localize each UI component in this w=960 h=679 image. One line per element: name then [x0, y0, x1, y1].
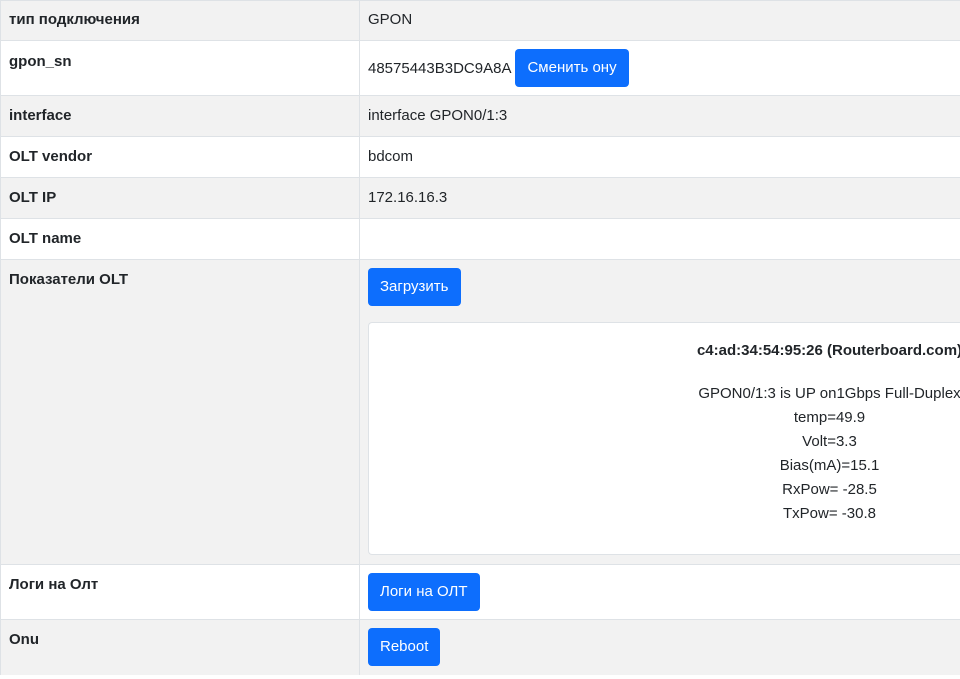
row-gpon-sn: gpon_sn 48575443B3DC9A8A Сменить ону	[0, 40, 960, 96]
metric-line-rxpow: RxPow= -28.5	[782, 481, 877, 498]
key-cell: OLT vendor	[0, 136, 360, 178]
key-cell: OLT name	[0, 218, 360, 260]
reboot-button[interactable]: Reboot	[368, 628, 441, 666]
olt-metrics-panel: c4:ad:34:54:95:26 (Routerboard.com) GPON…	[368, 322, 960, 555]
value-cell: 48575443B3DC9A8A Сменить ону	[359, 40, 960, 96]
value-cell: Reboot	[359, 619, 960, 675]
metric-line-temp: temp=49.9	[793, 409, 866, 426]
load-metrics-button[interactable]: Загрузить	[368, 268, 461, 306]
label-olt-logs: Логи на Олт	[9, 576, 99, 593]
metric-line-volt: Volt=3.3	[802, 433, 857, 450]
key-cell: Показатели OLT	[0, 259, 360, 565]
value-cell: Загрузить c4:ad:34:54:95:26 (Routerboard…	[359, 259, 960, 565]
key-cell: interface	[0, 95, 360, 137]
label-olt-ip: OLT IP	[9, 189, 57, 206]
label-interface: interface	[9, 107, 72, 124]
label-olt-vendor: OLT vendor	[9, 148, 93, 165]
row-olt-logs: Логи на Олт Логи на ОЛТ	[0, 564, 960, 620]
value-cell: 172.16.16.3	[359, 177, 960, 219]
value-cell: Логи на ОЛТ	[359, 564, 960, 620]
row-olt-ip: OLT IP 172.16.16.3	[0, 177, 960, 219]
value-olt-ip: 172.16.16.3	[368, 189, 448, 206]
key-cell: тип подключения	[0, 0, 360, 41]
value-olt-name	[368, 220, 960, 231]
value-olt-vendor: bdcom	[368, 148, 414, 165]
row-interface: interface interface GPON0/1:3	[0, 95, 960, 137]
metric-line-status: GPON0/1:3 is UP on1Gbps Full-Duplex	[698, 385, 960, 402]
panel-metrics-lines: GPON0/1:3 is UP on1Gbps Full-Duplex temp…	[369, 382, 960, 526]
row-olt-vendor: OLT vendor bdcom	[0, 136, 960, 178]
label-olt-name: OLT name	[9, 230, 82, 247]
value-cell: GPON	[359, 0, 960, 41]
row-connection-type: тип подключения GPON	[0, 0, 960, 41]
label-connection-type: тип подключения	[9, 11, 140, 28]
metric-line-bias: Bias(mA)=15.1	[779, 457, 880, 474]
label-gpon-sn: gpon_sn	[9, 53, 72, 70]
key-cell: gpon_sn	[0, 40, 360, 96]
row-olt-name: OLT name	[0, 218, 960, 260]
key-cell: Onu	[0, 619, 360, 675]
label-olt-metrics: Показатели OLT	[9, 271, 129, 288]
olt-logs-button[interactable]: Логи на ОЛТ	[368, 573, 480, 611]
value-interface: interface GPON0/1:3	[368, 107, 508, 124]
metric-line-txpow: TxPow= -30.8	[783, 505, 876, 522]
onu-info-table: тип подключения GPON gpon_sn 48575443B3D…	[0, 0, 960, 675]
value-cell	[359, 218, 960, 260]
value-gpon-sn: 48575443B3DC9A8A	[368, 59, 512, 77]
value-cell: bdcom	[359, 136, 960, 178]
key-cell: OLT IP	[0, 177, 360, 219]
row-olt-metrics: Показатели OLT Загрузить c4:ad:34:54:95:…	[0, 259, 960, 565]
value-connection-type: GPON	[368, 11, 413, 28]
panel-device-title: c4:ad:34:54:95:26 (Routerboard.com)	[696, 342, 960, 359]
label-onu: Onu	[9, 631, 39, 648]
key-cell: Логи на Олт	[0, 564, 360, 620]
value-cell: interface GPON0/1:3	[359, 95, 960, 137]
change-onu-button[interactable]: Сменить ону	[515, 49, 629, 87]
row-onu: Onu Reboot	[0, 619, 960, 675]
